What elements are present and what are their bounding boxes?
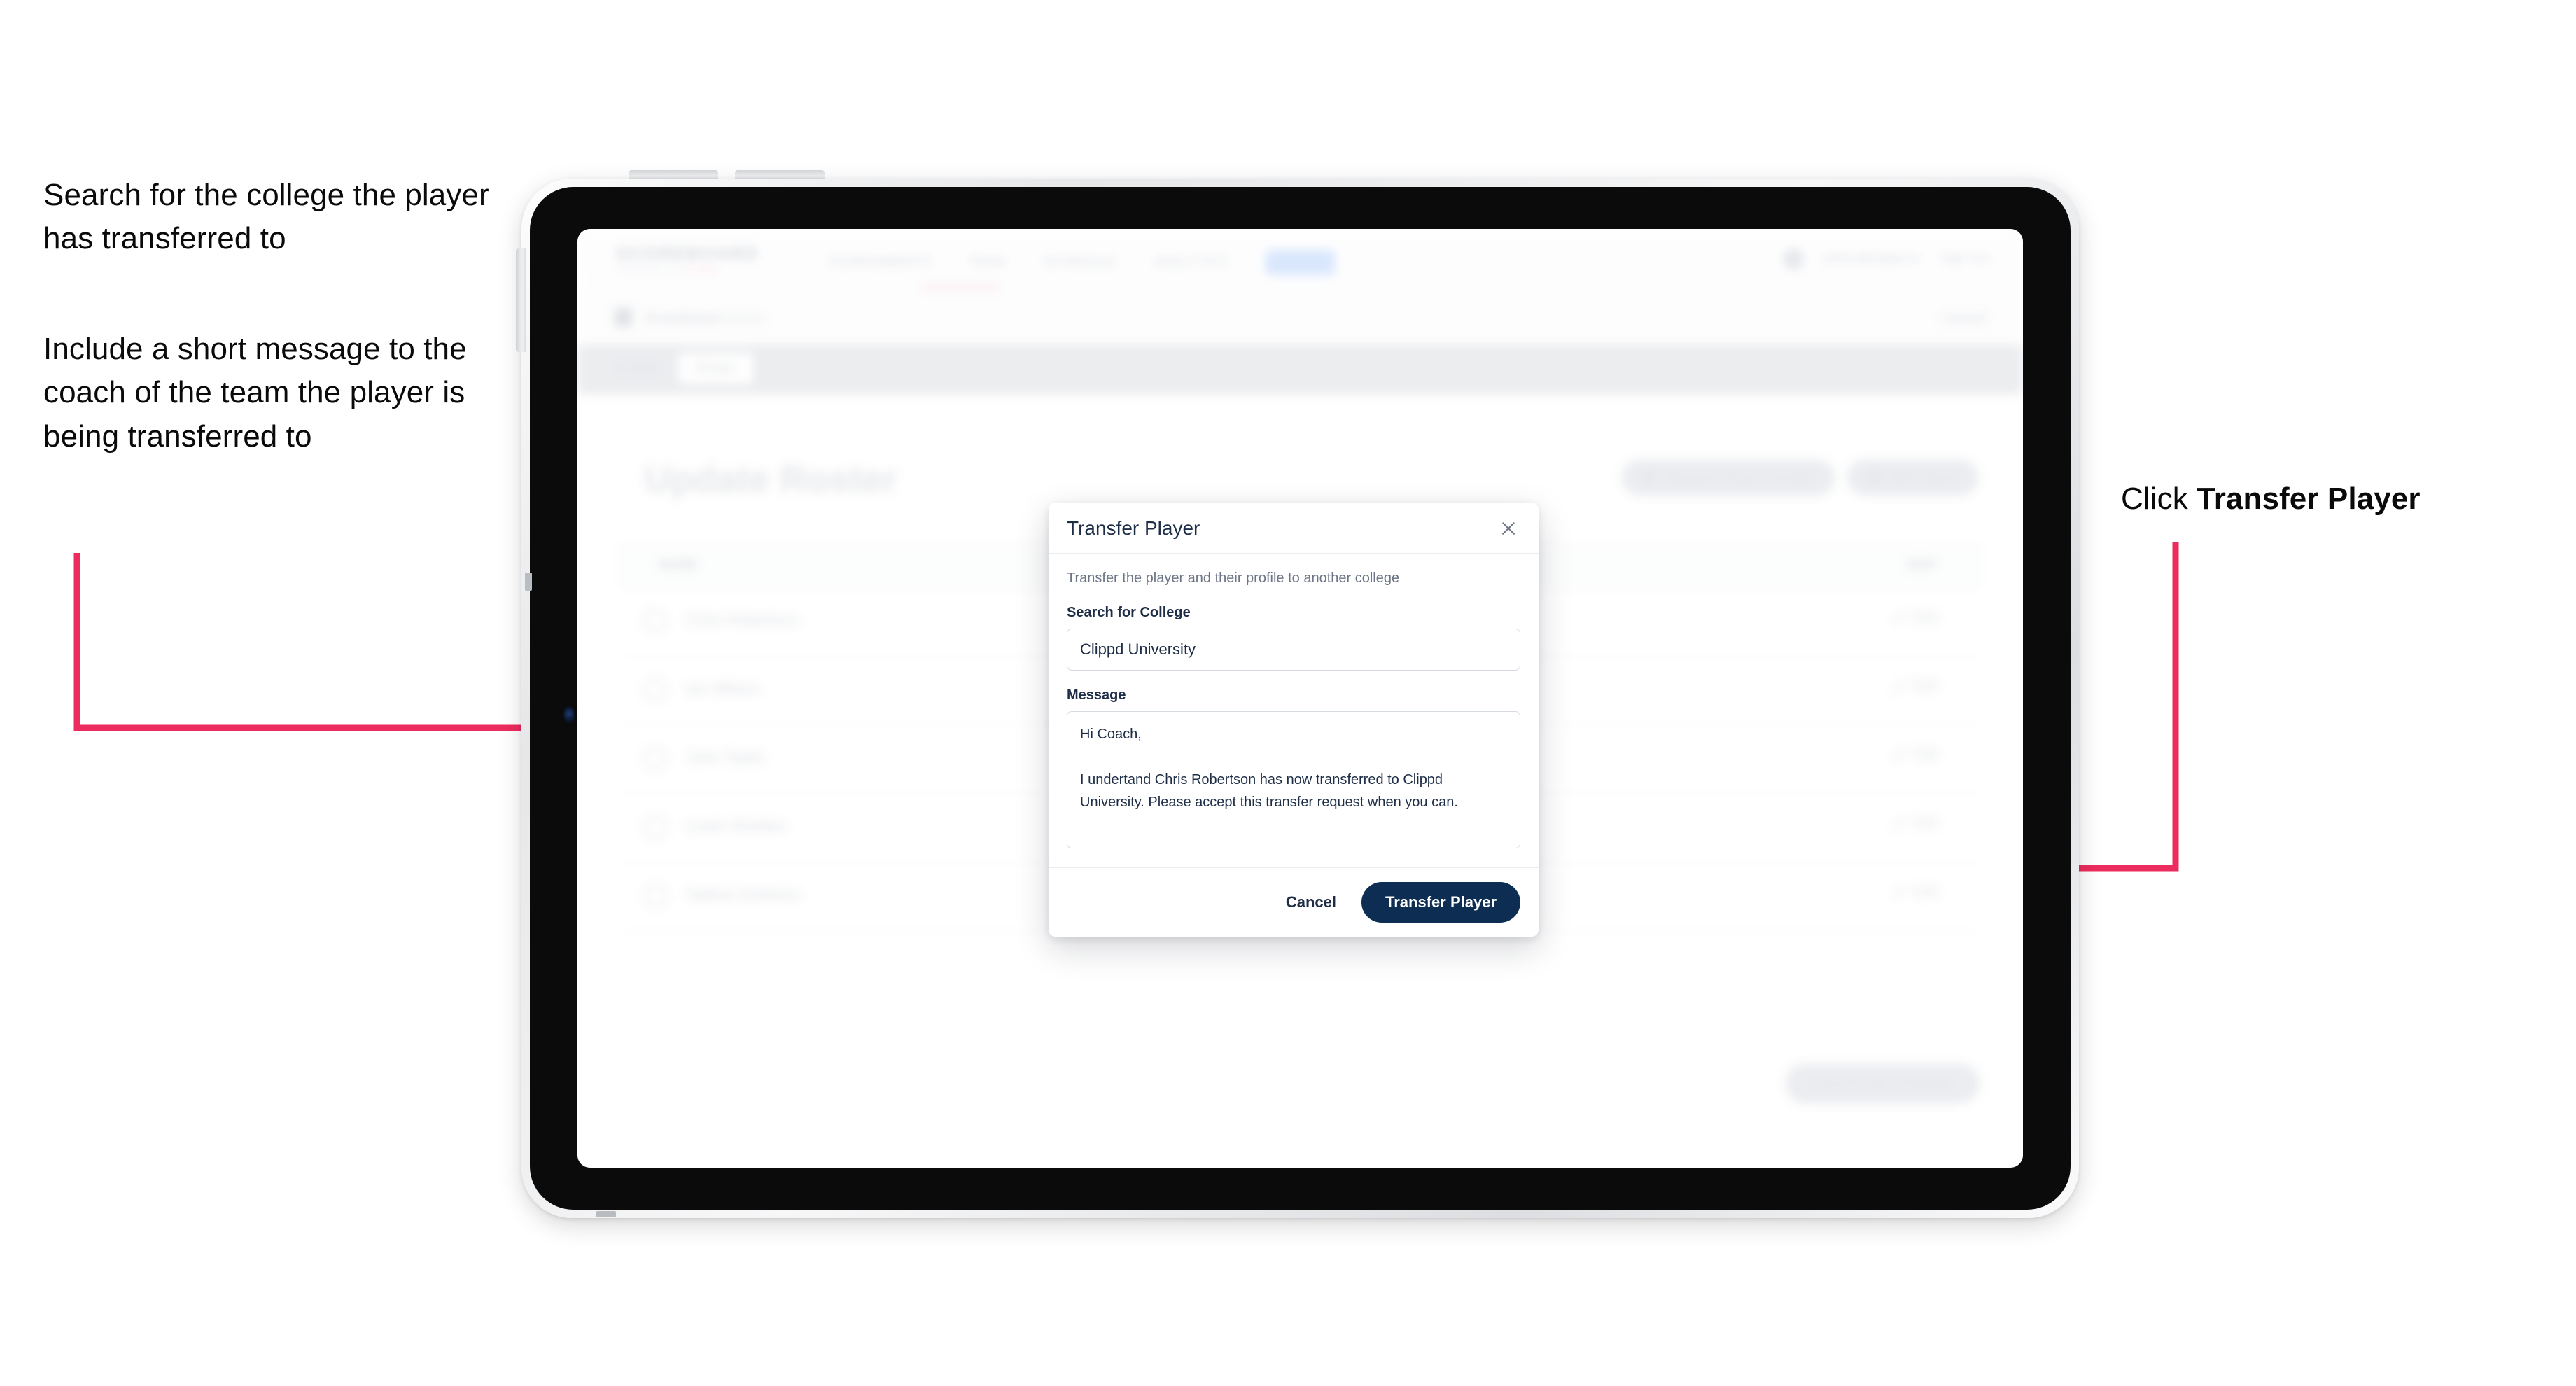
- tablet-screen: SCOREBOARD POWERED BY CLIPPD TOURNAMENTS…: [578, 229, 2023, 1168]
- annotation-left-bottom: Include a short message to the coach of …: [43, 332, 467, 454]
- message-textarea[interactable]: [1067, 711, 1520, 848]
- annotation-left-top: Search for the college the player has tr…: [43, 178, 489, 256]
- message-field-label: Message: [1067, 687, 1126, 703]
- dialog-body: Transfer the player and their profile to…: [1049, 554, 1539, 867]
- page-root: Search for the college the player has tr…: [0, 0, 2576, 1386]
- bezel-antenna-line-left: [525, 573, 532, 591]
- annotation-right-bold: Transfer Player: [2197, 482, 2421, 516]
- college-field-label: Search for College: [1067, 605, 1191, 620]
- bezel-antenna-line-bottom: [596, 1211, 616, 1217]
- search-college-input[interactable]: [1067, 629, 1520, 671]
- front-camera-icon: [564, 707, 574, 722]
- dialog-footer: Cancel Transfer Player: [1049, 867, 1539, 937]
- annotation-right-prefix: Click: [2121, 482, 2197, 516]
- cancel-button[interactable]: Cancel: [1282, 892, 1340, 912]
- dialog-subtitle: Transfer the player and their profile to…: [1067, 570, 1400, 586]
- power-button[interactable]: [516, 248, 526, 352]
- dialog-header: Transfer Player: [1049, 503, 1539, 554]
- dialog-title: Transfer Player: [1067, 517, 1200, 539]
- transfer-player-button[interactable]: Transfer Player: [1362, 882, 1520, 923]
- annotation-right: Click Transfer Player: [2121, 477, 2555, 521]
- transfer-player-dialog: Transfer Player Transfer the player and …: [1049, 503, 1539, 937]
- close-icon[interactable]: [1497, 517, 1520, 540]
- field-spacer: [1067, 671, 1520, 687]
